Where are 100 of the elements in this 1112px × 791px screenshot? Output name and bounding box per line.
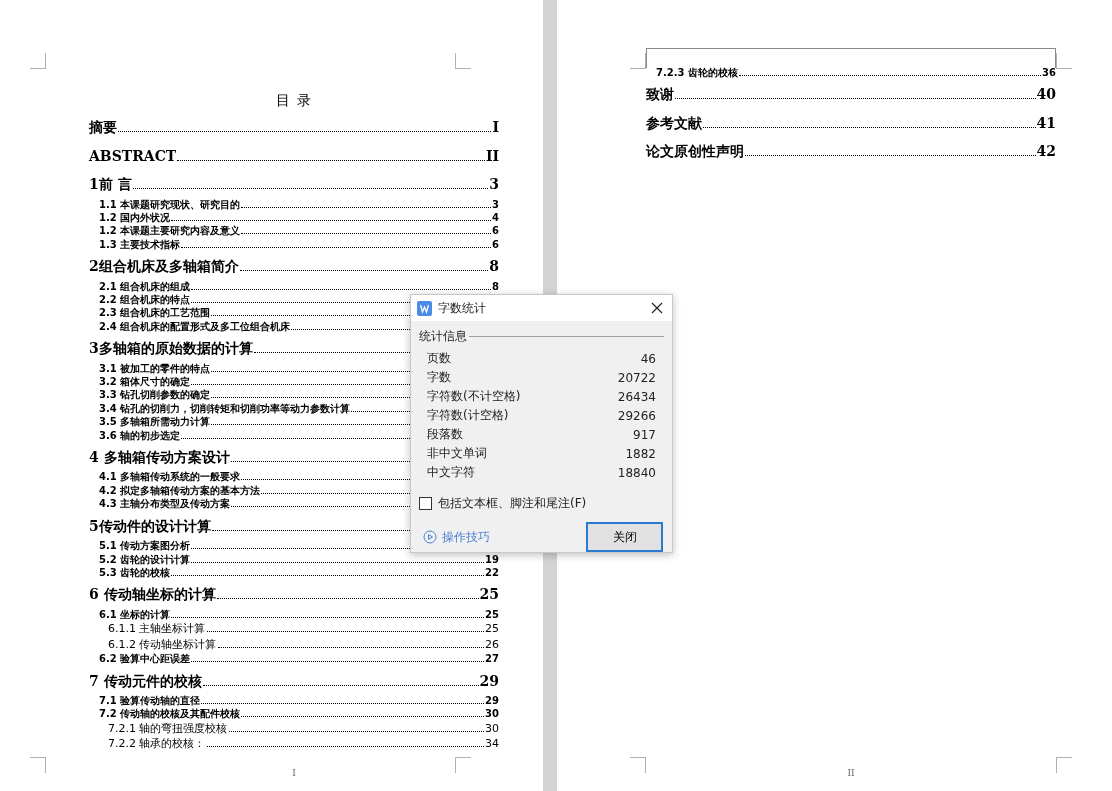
toc-entry-title: 2.1 组合机床的组成 <box>99 279 191 293</box>
toc-entry-title: 3.6 轴的初步选定 <box>99 428 181 442</box>
stat-value: 18840 <box>617 465 656 480</box>
corner-mark <box>30 757 46 773</box>
toc-entry-title: 5.2 齿轮的设计计算 <box>99 552 191 566</box>
corner-mark <box>455 757 471 773</box>
toc-heading-title: 1前 言 <box>89 175 132 194</box>
toc-title: 目 录 <box>275 91 313 110</box>
toc-entry-title: 6.1.1 主轴坐标计算 <box>108 621 206 637</box>
page-number: 6 <box>492 237 499 252</box>
page-number: 29 <box>479 671 499 691</box>
page-number: I <box>492 118 499 137</box>
page-number: 36 <box>1042 66 1056 80</box>
page-number: 25 <box>485 621 499 637</box>
page-number: 29 <box>485 694 499 708</box>
toc-heading-title: ABSTRACT <box>89 146 177 166</box>
toc-heading-title: 参考文献 <box>646 113 702 133</box>
stat-value: 26434 <box>617 389 656 404</box>
toc-entry-title: 6.1.2 传动轴坐标计算 <box>108 636 217 653</box>
page-number: 6 <box>492 224 499 238</box>
toc-heading-title: 4 多轴箱传动方案设计 <box>89 447 230 467</box>
toc-entry-title: 1.2 本课题主要研究内容及意义 <box>99 224 241 238</box>
page-number: 8 <box>492 279 499 293</box>
page-number: II <box>485 146 499 166</box>
toc-entry-title: 7.2 传动轴的校核及其配件校核 <box>99 707 241 721</box>
toc-entry-title: 6.2 验算中心距误差 <box>99 652 191 666</box>
stat-label: 字符数(计空格) <box>427 407 509 424</box>
stat-label: 段落数 <box>427 426 463 443</box>
page-number: 3 <box>489 175 499 194</box>
page-number: 26 <box>485 636 499 653</box>
corner-mark <box>455 53 471 69</box>
page-number: 19 <box>485 552 499 566</box>
page-footer: I <box>292 767 296 779</box>
toc-entry-title: 4.1 多轴箱传动系统的一般要求 <box>99 470 241 484</box>
toc-entry-title: 5.3 齿轮的校核 <box>99 565 171 580</box>
close-dialog-button[interactable]: 关闭 <box>586 522 663 552</box>
group-label: 统计信息 <box>419 327 467 345</box>
stat-label: 页数 <box>427 350 451 367</box>
toc-entry-title: 1.3 主要技术指标 <box>99 237 181 252</box>
toc-heading-title: 论文原创性声明 <box>646 142 744 162</box>
toc-entry-title: 3.2 箱体尺寸的确定 <box>99 375 191 389</box>
corner-mark <box>1056 53 1072 69</box>
toc-entry-title: 4.3 主轴分布类型及传动方案 <box>99 497 231 511</box>
page-number: 8 <box>489 257 499 277</box>
stat-value: 29266 <box>617 408 656 423</box>
page-footer: II <box>847 767 855 779</box>
dialog-title: 字数统计 <box>438 299 487 317</box>
toc-entry-title: 6.1 坐标的计算 <box>99 607 171 622</box>
toc-entry-title: 1.2 国内外状况 <box>99 210 171 225</box>
toc-entry-title: 4.2 拟定多轴箱传动方案的基本方法 <box>99 483 261 498</box>
toc-entry-title: 7.2.1 轴的弯扭强度校核 <box>108 720 228 737</box>
toc-heading-title: 3多轴箱的原始数据的计算 <box>89 339 253 359</box>
stat-label: 字符数(不计空格) <box>427 388 521 405</box>
toc-entry-title: 2.2 组合机床的特点 <box>99 292 191 307</box>
page-number: 30 <box>485 720 499 737</box>
page-number: 3 <box>492 197 499 211</box>
toc-heading-title: 摘要 <box>89 118 117 137</box>
stat-value: 46 <box>640 351 656 366</box>
stat-value: 20722 <box>617 370 656 385</box>
tips-link[interactable]: 操作技巧 <box>423 528 490 546</box>
stat-label: 非中文单词 <box>427 445 487 462</box>
corner-mark <box>30 53 46 69</box>
toc-entry-title: 1.1 本课题研究现状、研究目的 <box>99 197 241 211</box>
corner-mark <box>1056 757 1072 773</box>
page-number: 42 <box>1036 142 1056 162</box>
toc-entry-title: 3.4 钻孔的切削力，切削转矩和切削功率等动力参数计算 <box>99 401 351 416</box>
corner-mark <box>630 757 646 773</box>
close-icon <box>651 302 663 314</box>
toc-entry-title: 5.1 传动方案图分析 <box>99 539 191 553</box>
stat-label: 字数 <box>427 369 451 386</box>
toc-entry-title: 7.2.2 轴承的校核： <box>108 736 206 752</box>
toc-heading-title: 2组合机床及多轴箱简介 <box>89 257 239 277</box>
corner-mark <box>630 53 646 69</box>
stat-label: 中文字符 <box>427 464 475 481</box>
page-number: 40 <box>1036 85 1056 105</box>
stat-value: 1882 <box>625 446 656 461</box>
toc-entry-title: 7.2.3 齿轮的校核 <box>656 66 738 80</box>
page-number: 27 <box>485 652 499 666</box>
toc-entry-title: 3.5 多轴箱所需动力计算 <box>99 415 211 429</box>
stat-value: 917 <box>633 427 656 442</box>
toc-heading-title: 7 传动元件的校核 <box>89 671 202 691</box>
page-number: 41 <box>1036 113 1056 133</box>
page-number: 30 <box>485 707 499 721</box>
toc-entry-title: 2.3 组合机床的工艺范围 <box>99 306 211 320</box>
toc-entry-title: 7.1 验算传动轴的直径 <box>99 694 201 708</box>
page-number: 4 <box>492 210 499 225</box>
play-icon <box>423 530 437 544</box>
page-number: 22 <box>485 565 499 580</box>
toc-entry-title: 2.4 组合机床的配置形式及多工位组合机床 <box>99 319 291 334</box>
app-logo-icon <box>417 300 432 316</box>
toc-heading-title: 致谢 <box>646 85 674 105</box>
checkbox-label: 包括文本框、脚注和尾注(F) <box>438 494 587 512</box>
page-number: 25 <box>479 585 499 605</box>
toc-heading-title: 5传动件的设计计算 <box>89 516 211 536</box>
toc-heading-title: 6 传动轴坐标的计算 <box>89 585 216 605</box>
toc-entry-title: 3.1 被加工的零件的特点 <box>99 361 211 376</box>
toc-entry-title: 3.3 钻孔切削参数的确定 <box>99 388 211 402</box>
page-number: 34 <box>485 736 499 752</box>
page-number: 25 <box>485 607 499 622</box>
checkbox[interactable] <box>419 496 432 510</box>
